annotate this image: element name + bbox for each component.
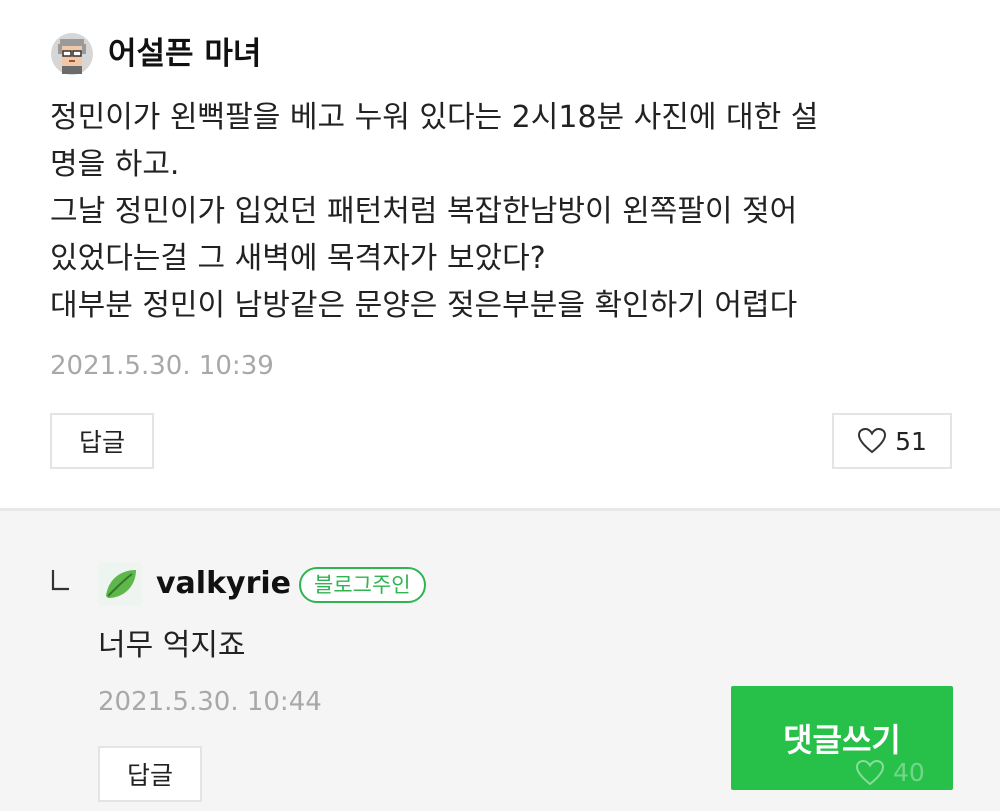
pixel-person-icon[interactable] bbox=[50, 32, 94, 76]
green-leaf-icon[interactable] bbox=[98, 562, 142, 606]
comment-line: 명을 하고. bbox=[50, 147, 180, 182]
comment-date: 2021.5.30. 10:44 bbox=[98, 687, 322, 717]
heart-outline-icon bbox=[855, 759, 885, 787]
reply-button-label: 답글 bbox=[126, 761, 173, 790]
blog-owner-badge: 블로그주인 bbox=[299, 567, 426, 603]
comment-body: 너무 억지죠 bbox=[98, 628, 246, 663]
comment-line: 대부분 정민이 남방같은 문양은 젖은부분을 확인하기 어렵다 bbox=[50, 288, 798, 323]
reply-corner-arrow-icon bbox=[50, 568, 70, 592]
reply-button-label: 답글 bbox=[78, 428, 125, 457]
comment-line: 있었다는걸 그 새벽에 목격자가 보았다? bbox=[50, 241, 546, 276]
comment-date: 2021.5.30. 10:39 bbox=[50, 351, 274, 381]
reply-button[interactable]: 답글 bbox=[98, 746, 202, 802]
comment-author[interactable]: valkyrie bbox=[156, 562, 291, 606]
like-button[interactable]: 40 bbox=[855, 758, 925, 787]
comment-line: 그날 정민이가 입었던 패턴처럼 복잡한남방이 왼쪽팔이 젖어 bbox=[50, 194, 798, 229]
reply-button[interactable]: 답글 bbox=[50, 413, 154, 469]
comment-author[interactable]: 어설픈 마녀 bbox=[108, 32, 261, 76]
comment-top: 어설픈 마녀 정민이가 왼뻑팔을 베고 누워 있다는 2시18분 사진에 대한 … bbox=[0, 0, 1000, 508]
heart-outline-icon bbox=[857, 427, 887, 455]
like-count: 40 bbox=[893, 758, 925, 787]
write-comment-label: 댓글쓰기 bbox=[783, 721, 901, 759]
like-button[interactable]: 51 bbox=[832, 413, 952, 469]
comment-line: 정민이가 왼뻑팔을 베고 누워 있다는 2시18분 사진에 대한 설 bbox=[50, 100, 819, 135]
like-count: 51 bbox=[895, 426, 927, 456]
comment-body: 정민이가 왼뻑팔을 베고 누워 있다는 2시18분 사진에 대한 설 명을 하고… bbox=[50, 94, 970, 329]
